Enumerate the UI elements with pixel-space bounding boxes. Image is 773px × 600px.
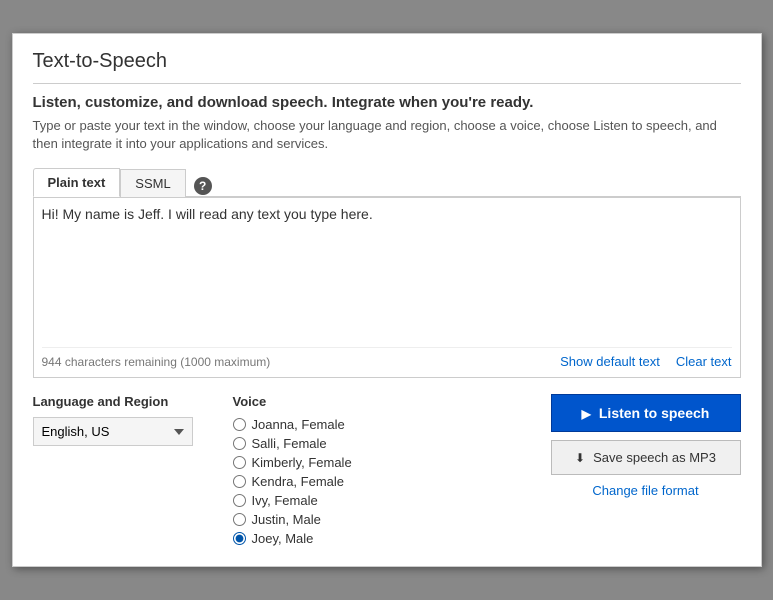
text-input-area: Hi! My name is Jeff. I will read any tex… <box>33 197 741 378</box>
help-icon[interactable]: ? <box>194 177 212 195</box>
voice-radio-justin[interactable] <box>233 513 246 526</box>
listen-to-speech-button[interactable]: Listen to speech <box>551 394 741 432</box>
voice-item-ivy: Ivy, Female <box>233 493 393 508</box>
voice-label-ivy[interactable]: Ivy, Female <box>252 493 318 508</box>
show-default-text-button[interactable]: Show default text <box>560 354 660 369</box>
voice-radio-joanna[interactable] <box>233 418 246 431</box>
voice-label-kendra[interactable]: Kendra, Female <box>252 474 345 489</box>
voice-item-kendra: Kendra, Female <box>233 474 393 489</box>
textarea-footer: 944 characters remaining (1000 maximum) … <box>42 347 732 369</box>
save-speech-mp3-button[interactable]: Save speech as MP3 <box>551 440 741 475</box>
voice-list: Joanna, Female Salli, Female Kimberly, F… <box>233 417 393 546</box>
voice-radio-kendra[interactable] <box>233 475 246 488</box>
voice-label-justin[interactable]: Justin, Male <box>252 512 321 527</box>
tab-plain-text[interactable]: Plain text <box>33 168 121 197</box>
language-region-section: Language and Region English, US English,… <box>33 394 213 546</box>
voice-label-salli[interactable]: Salli, Female <box>252 436 327 451</box>
textarea-actions: Show default text Clear text <box>560 354 731 369</box>
voice-item-joanna: Joanna, Female <box>233 417 393 432</box>
voice-radio-kimberly[interactable] <box>233 456 246 469</box>
description: Type or paste your text in the window, c… <box>33 117 741 153</box>
voice-label-joey[interactable]: Joey, Male <box>252 531 314 546</box>
page-title: Text-to-Speech <box>33 50 741 84</box>
char-count: 944 characters remaining (1000 maximum) <box>42 355 271 369</box>
voice-label-joanna[interactable]: Joanna, Female <box>252 417 345 432</box>
download-icon <box>575 450 585 465</box>
text-input[interactable]: Hi! My name is Jeff. I will read any tex… <box>42 206 732 336</box>
tab-bar: Plain text SSML ? <box>33 167 741 197</box>
voice-radio-salli[interactable] <box>233 437 246 450</box>
language-region-label: Language and Region <box>33 394 213 409</box>
voice-item-joey: Joey, Male <box>233 531 393 546</box>
tab-ssml[interactable]: SSML <box>120 169 185 197</box>
bottom-section: Language and Region English, US English,… <box>33 394 741 546</box>
voice-item-justin: Justin, Male <box>233 512 393 527</box>
voice-item-kimberly: Kimberly, Female <box>233 455 393 470</box>
main-window: Text-to-Speech Listen, customize, and do… <box>12 33 762 567</box>
change-file-format-link[interactable]: Change file format <box>551 483 741 498</box>
subtitle: Listen, customize, and download speech. … <box>33 94 741 111</box>
voice-label-kimberly[interactable]: Kimberly, Female <box>252 455 352 470</box>
action-buttons: Listen to speech Save speech as MP3 Chan… <box>551 394 741 546</box>
voice-label: Voice <box>233 394 393 409</box>
voice-radio-joey[interactable] <box>233 532 246 545</box>
clear-text-button[interactable]: Clear text <box>676 354 732 369</box>
language-region-select[interactable]: English, US English, UK Spanish French G… <box>33 417 193 446</box>
voice-radio-ivy[interactable] <box>233 494 246 507</box>
voice-section: Voice Joanna, Female Salli, Female Kimbe… <box>233 394 393 546</box>
play-icon <box>582 405 591 421</box>
voice-item-salli: Salli, Female <box>233 436 393 451</box>
